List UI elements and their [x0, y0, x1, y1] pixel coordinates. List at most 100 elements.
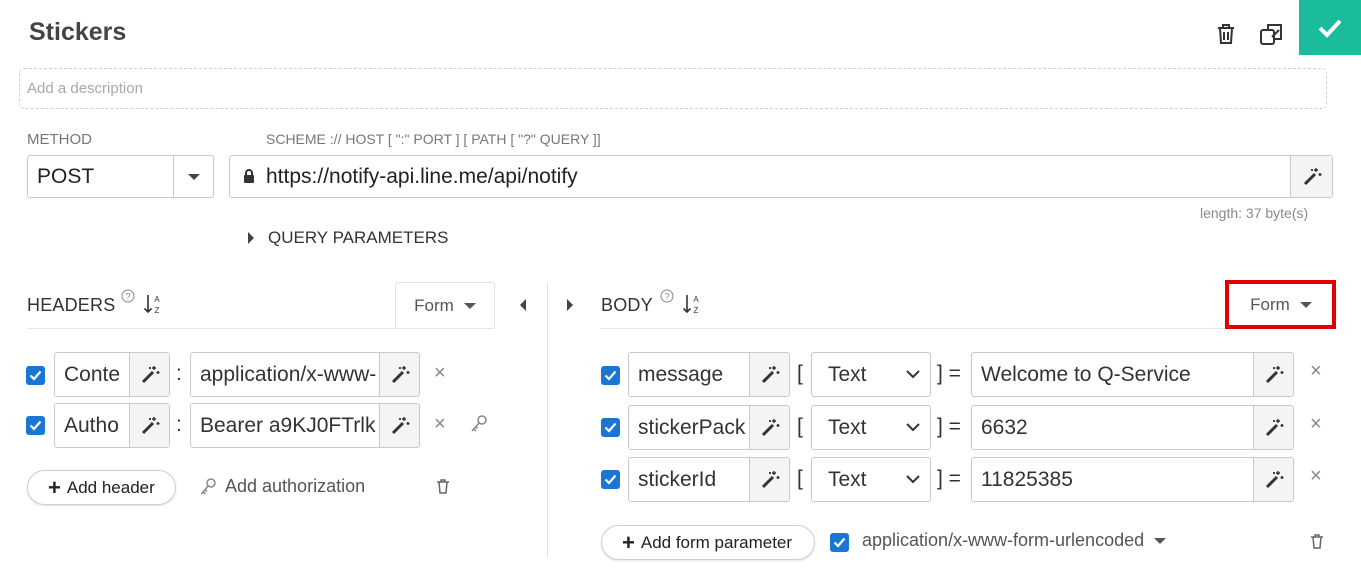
headers-mode-label: Form [414, 295, 454, 315]
content-type-label: application/x-www-form-urlencoded [862, 530, 1145, 550]
method-value: POST [37, 165, 95, 188]
body-row-1-name: message [638, 363, 724, 386]
check-icon [1318, 19, 1342, 38]
header-row-1-name-input[interactable]: Conte [54, 352, 170, 397]
add-header-label: Add header [66, 477, 155, 497]
body-row-3-delete-icon[interactable]: × [1310, 465, 1322, 488]
check-icon [833, 537, 846, 548]
magic-wand-button[interactable] [749, 353, 789, 396]
header-row-1-value-input[interactable]: application/x-www- [190, 352, 420, 397]
method-dropdown-toggle[interactable] [173, 156, 213, 197]
description-input[interactable]: Add a description [19, 68, 1327, 109]
header-row-2-name-input[interactable]: Autho [54, 403, 170, 448]
chevron-down-icon [1154, 537, 1167, 544]
body-row-1-value-input[interactable]: Welcome to Q-Service [971, 352, 1294, 397]
request-title[interactable]: Stickers [29, 18, 126, 47]
check-icon [604, 474, 617, 485]
magic-wand-button[interactable] [749, 458, 789, 501]
svg-text:Z: Z [694, 306, 699, 315]
highlight-box [1225, 280, 1336, 329]
body-row-2-delete-icon[interactable]: × [1310, 413, 1322, 436]
url-format-label: SCHEME :// HOST [ ":" PORT ] [ PATH [ "?… [266, 131, 601, 147]
add-authorization-link[interactable]: Add authorization [200, 476, 365, 497]
magic-wand-button[interactable] [1253, 353, 1293, 396]
panel-splitter[interactable] [547, 282, 548, 558]
body-row-2-value: 6632 [981, 416, 1028, 439]
body-row-1-type-select[interactable]: Text [811, 352, 931, 397]
magic-wand-button[interactable] [379, 353, 419, 396]
headers-trash-icon[interactable] [436, 478, 450, 499]
url-magic-wand-button[interactable] [1290, 156, 1332, 197]
check-icon [604, 370, 617, 381]
body-trash-icon[interactable] [1310, 533, 1324, 554]
collapse-left-toggle[interactable] [520, 298, 526, 316]
body-row-1-delete-icon[interactable]: × [1310, 360, 1322, 383]
body-row-3-value-input[interactable]: 11825385 [971, 457, 1294, 502]
body-row-1-checkbox[interactable] [601, 366, 620, 385]
url-input[interactable]: https://notify-api.line.me/api/notify [229, 155, 1333, 198]
body-row-2-name-input[interactable]: stickerPack [628, 405, 790, 450]
bracket-open: [ [797, 467, 803, 490]
headers-mode-select[interactable]: Form [395, 282, 495, 328]
sort-az-icon[interactable]: AZ [143, 293, 163, 320]
body-row-3-name-input[interactable]: stickerId [628, 457, 790, 502]
add-form-parameter-label: Add form parameter [640, 532, 793, 552]
key-icon[interactable] [470, 414, 488, 439]
confirm-button[interactable] [1299, 0, 1361, 55]
body-row-3-type-select[interactable]: Text [811, 457, 931, 502]
colon-separator: : [176, 413, 182, 436]
svg-text:A: A [154, 295, 160, 304]
duplicate-icon[interactable] [1257, 20, 1285, 48]
sort-az-icon[interactable]: AZ [682, 293, 702, 320]
body-divider [601, 328, 1223, 329]
body-row-1-name-input[interactable]: message [628, 352, 790, 397]
header-row-2-value: Bearer a9KJ0FTrlk [200, 414, 376, 437]
svg-text:A: A [693, 295, 699, 304]
add-header-button[interactable]: + Add header [27, 470, 176, 505]
magic-wand-button[interactable] [1253, 406, 1293, 449]
method-select[interactable]: POST [27, 155, 214, 198]
header-row-2-delete-icon[interactable]: × [434, 413, 446, 436]
help-icon[interactable]: ? [121, 289, 135, 308]
header-row-1-delete-icon[interactable]: × [434, 362, 446, 385]
magic-wand-button[interactable] [749, 406, 789, 449]
trash-icon[interactable] [1213, 21, 1239, 47]
url-value: https://notify-api.line.me/api/notify [266, 165, 578, 188]
check-icon [604, 422, 617, 433]
query-parameters-label: QUERY PARAMETERS [268, 228, 449, 247]
caret-left-icon [520, 299, 526, 311]
magic-wand-icon [761, 365, 779, 383]
header-row-1-checkbox[interactable] [26, 366, 45, 385]
magic-wand-button[interactable] [379, 404, 419, 447]
caret-right-icon [248, 232, 254, 244]
expand-right-toggle[interactable] [567, 298, 573, 316]
magic-wand-button[interactable] [1253, 458, 1293, 501]
body-row-3-name: stickerId [638, 468, 717, 491]
headers-title: HEADERS [27, 295, 116, 315]
help-icon[interactable]: ? [660, 289, 674, 308]
body-row-2-name: stickerPack [638, 416, 746, 439]
magic-wand-button[interactable] [129, 353, 169, 396]
body-row-2-type-select[interactable]: Text [811, 405, 931, 450]
bracket-open: [ [797, 362, 803, 385]
body-row-1-type: Text [828, 362, 867, 386]
header-row-2-value-input[interactable]: Bearer a9KJ0FTrlk [190, 403, 420, 448]
body-row-1-value: Welcome to Q-Service [981, 363, 1191, 386]
magic-wand-button[interactable] [129, 404, 169, 447]
magic-wand-icon [391, 416, 409, 434]
check-icon [29, 370, 42, 381]
colon-separator: : [176, 362, 182, 385]
body-row-2-type: Text [828, 415, 867, 439]
key-icon [200, 477, 216, 495]
add-form-parameter-button[interactable]: + Add form parameter [601, 525, 815, 560]
body-row-3-checkbox[interactable] [601, 470, 620, 489]
magic-wand-icon [391, 365, 409, 383]
body-row-2-checkbox[interactable] [601, 418, 620, 437]
content-type-checkbox[interactable] [830, 533, 849, 552]
bracket-open: [ [797, 415, 803, 438]
chevron-down-icon [187, 173, 200, 180]
query-parameters-toggle[interactable]: QUERY PARAMETERS [248, 228, 448, 248]
body-row-2-value-input[interactable]: 6632 [971, 405, 1294, 450]
header-row-2-checkbox[interactable] [26, 416, 45, 435]
content-type-select[interactable]: application/x-www-form-urlencoded [862, 530, 1167, 551]
